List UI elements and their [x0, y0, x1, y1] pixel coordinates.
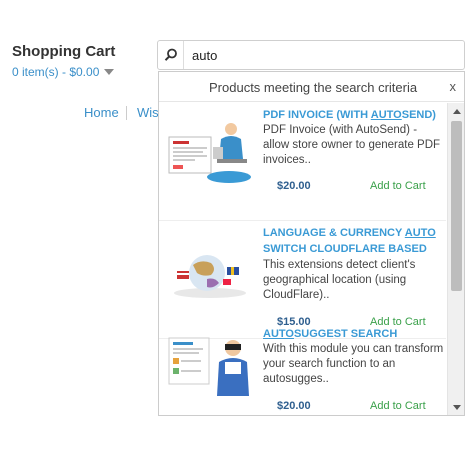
results-list: PDF INVOICE (WITH AUTOSEND) PDF Invoice … — [159, 103, 446, 415]
product-description: With this module you can transform your … — [263, 343, 444, 385]
search-suggestions-dropdown: Products meeting the search criteria x P… — [158, 71, 465, 416]
pdf-invoice-thumbnail[interactable] — [167, 119, 253, 189]
dropdown-scrollbar[interactable] — [447, 103, 464, 415]
add-to-cart-button[interactable]: Add to Cart — [370, 400, 426, 412]
nav-wishlist-link[interactable]: Wis — [137, 105, 158, 120]
close-icon[interactable]: x — [450, 79, 457, 94]
cart-summary-dropdown[interactable]: 0 item(s) - $0.00 — [12, 65, 115, 79]
product-description: PDF Invoice (with AutoSend) - allow stor… — [263, 124, 441, 166]
product-title-link[interactable]: LANGUAGE & CURRENCY AUTO SWITCH CLOUDFLA… — [263, 225, 443, 257]
scroll-down-icon[interactable] — [453, 405, 461, 410]
search-match-highlight: AUTO — [370, 109, 402, 121]
globe-flags-thumbnail[interactable] — [167, 243, 253, 313]
search-icon[interactable] — [158, 41, 184, 69]
cart-title: Shopping Cart — [12, 43, 116, 60]
add-to-cart-button[interactable]: Add to Cart — [370, 180, 426, 192]
product-price: $20.00 — [277, 180, 311, 192]
chevron-down-icon — [104, 69, 115, 75]
search-match-highlight: AUTO — [404, 227, 436, 239]
product-price: $20.00 — [277, 400, 311, 412]
dropdown-title: Products meeting the search criteria — [209, 80, 418, 95]
product-title-link[interactable]: PDF INVOICE (WITH AUTOSEND) — [263, 107, 443, 123]
nav-home-link[interactable]: Home — [84, 105, 119, 120]
product-title-link[interactable]: AUTOSUGGEST SEARCH — [263, 326, 443, 342]
search-match-highlight: AUTO — [263, 328, 294, 340]
list-item: PDF INVOICE (WITH AUTOSEND) PDF Invoice … — [159, 103, 446, 221]
list-item: AUTOSUGGEST SEARCH With this module you … — [159, 322, 446, 415]
scroll-up-icon[interactable] — [453, 109, 461, 114]
cart-summary-text: 0 item(s) - $0.00 — [12, 65, 100, 79]
search-input[interactable] — [192, 42, 452, 68]
product-description: This extensions detect client's geograph… — [263, 259, 416, 301]
top-nav: Home Wis — [0, 105, 158, 121]
binoculars-man-thumbnail[interactable] — [167, 332, 253, 402]
scrollbar-thumb[interactable] — [451, 121, 462, 291]
dropdown-header: Products meeting the search criteria x — [159, 72, 464, 102]
nav-divider — [126, 106, 127, 120]
search-box — [157, 40, 465, 70]
